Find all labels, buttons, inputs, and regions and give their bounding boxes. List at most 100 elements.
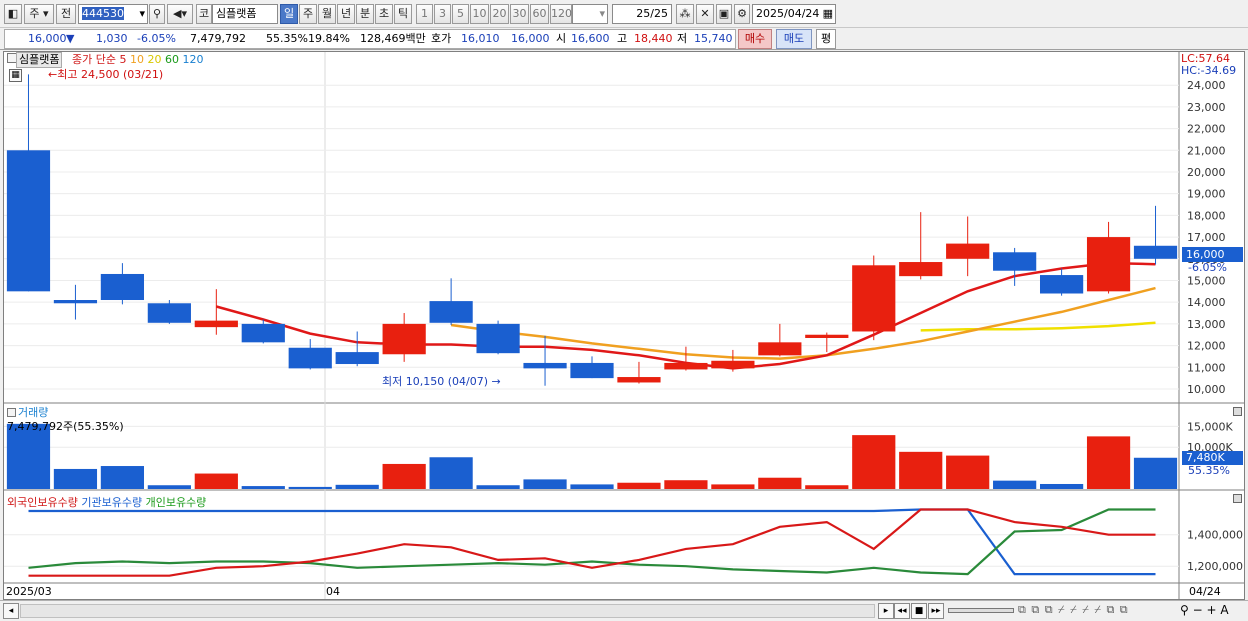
candle-body: [335, 352, 379, 365]
price-tick-label: 18,000: [1187, 209, 1226, 222]
rewind-icon[interactable]: ◂◂: [894, 603, 910, 619]
interval-button-60[interactable]: 60: [530, 4, 549, 24]
interval-button-5[interactable]: 5: [452, 4, 469, 24]
price-tick-label: 20,000: [1187, 166, 1226, 179]
legend-individual: 개인보유수량: [145, 496, 207, 509]
calendar-icon[interactable]: ▦: [823, 5, 833, 23]
count-field[interactable]: 25/25: [612, 4, 672, 24]
volume-bar: [570, 484, 614, 489]
interval-input[interactable]: ▾: [572, 4, 608, 24]
stop-icon[interactable]: ■: [911, 603, 927, 619]
low-note: 최저 10,150 (04/07) →: [382, 373, 501, 389]
speaker-icon[interactable]: ◀▾: [167, 4, 193, 24]
code-input[interactable]: 444530 ▾: [78, 4, 148, 24]
interval-button-30[interactable]: 30: [510, 4, 529, 24]
stock-name: 심플랫폼: [216, 7, 257, 20]
current-pct-marker: -6.05%: [1188, 261, 1227, 274]
volume-bar: [711, 484, 755, 489]
candle-body: [805, 334, 849, 338]
buy-button[interactable]: 매수: [738, 29, 772, 49]
volume-bar: [288, 486, 332, 489]
interval-button-10[interactable]: 10: [470, 4, 489, 24]
chart-canvas[interactable]: 24,000 23,000 22,000 21,000 20,000 19,000 18,0…: [4, 52, 1244, 599]
period-button-6[interactable]: 틱: [394, 4, 412, 24]
volume-current-marker: 7,480K: [1182, 451, 1243, 465]
period-button-2[interactable]: 월: [318, 4, 336, 24]
grid-icon[interactable]: ⁂: [676, 4, 694, 24]
interval-button-1[interactable]: 1: [416, 4, 433, 24]
candle-body: [382, 323, 426, 355]
period-button-0[interactable]: 일: [280, 4, 298, 24]
search-icon[interactable]: ⚲: [149, 4, 165, 24]
save-icon[interactable]: ▣: [716, 4, 732, 24]
interval-dropdown-icon[interactable]: ▾: [599, 5, 605, 23]
interval-button-3[interactable]: 3: [434, 4, 451, 24]
candle-body: [1086, 237, 1131, 292]
volume-bar: [429, 457, 473, 489]
count-total: /25: [650, 7, 668, 20]
zoom-out-icon[interactable]: −: [1193, 603, 1203, 617]
ma-title: 종가 단순 5: [72, 53, 127, 66]
date-value: 2025/04/24: [756, 7, 820, 20]
institution-line: [28, 508, 1156, 576]
current-price: 16,000: [28, 32, 67, 45]
gear-icon[interactable]: ⚙: [734, 4, 750, 24]
high-note: ←최고 24,500 (03/21): [48, 68, 164, 81]
quote-bar: 16,000 ▼ 1,030 -6.05% 7,479,792 55.35% 1…: [0, 28, 1248, 50]
holding-pane-close-icon[interactable]: [1233, 494, 1242, 503]
sell-button[interactable]: 매도: [776, 29, 812, 49]
high-value: 18,440: [634, 32, 673, 45]
price-tick-label: 19,000: [1187, 188, 1226, 201]
scroll-right-icon[interactable]: ▸: [878, 603, 894, 619]
stock-prefix[interactable]: 코: [196, 4, 212, 24]
price-tick-label: 21,000: [1187, 144, 1226, 157]
zoom-controls[interactable]: ⚲ − + A: [1180, 603, 1229, 617]
volume-bar: [1133, 457, 1178, 489]
bottom-scrollbar[interactable]: ◂ ▸ ◂◂ ■ ▸▸ ⧉ ⧉ ⧉ ⌿ ⌿ ⌿ ⌿ ⧉ ⧉ ⚲ − + A: [0, 600, 1248, 621]
volume-bar: [523, 479, 567, 489]
ask-value: 16,000: [511, 32, 550, 45]
price-tick-label: 11,000: [1187, 361, 1226, 374]
date-field[interactable]: 2025/04/24 ▦: [752, 4, 836, 24]
stock-name-field[interactable]: 심플랫폼: [212, 4, 278, 24]
candle-body: [6, 150, 51, 292]
zoom-in-icon[interactable]: +: [1207, 603, 1217, 617]
volume-bar: [476, 485, 520, 489]
chart-area[interactable]: 24,000 23,000 22,000 21,000 20,000 19,000 18,0…: [3, 51, 1245, 600]
candle-body: [523, 362, 567, 369]
candle-body: [53, 300, 98, 304]
current-price-marker: 16,000: [1182, 247, 1243, 262]
code-dropdown-icon[interactable]: ▾: [139, 5, 145, 23]
period-button-1[interactable]: 주: [299, 4, 317, 24]
zoom-slider[interactable]: [948, 608, 1014, 613]
volume-bar: [147, 485, 191, 489]
drawing-tools[interactable]: ⧉ ⧉ ⧉ ⌿ ⌿ ⌿ ⌿ ⧉ ⧉: [1018, 603, 1129, 617]
interval-button-20[interactable]: 20: [490, 4, 509, 24]
prev-button[interactable]: 전: [56, 4, 76, 24]
forward-icon[interactable]: ▸▸: [928, 603, 944, 619]
avg-button[interactable]: 평: [816, 29, 836, 49]
date-mid: 04: [326, 585, 340, 598]
magnifier-icon[interactable]: ⚲: [1180, 603, 1189, 617]
scroll-left-icon[interactable]: ◂: [3, 603, 19, 619]
crosshair-icon[interactable]: ✕: [696, 4, 714, 24]
market-select[interactable]: 주 ▾: [24, 4, 54, 24]
window-menu-icon[interactable]: ◧: [4, 4, 22, 24]
volume-pane-close-icon[interactable]: [1233, 407, 1242, 416]
low-value: 15,740: [694, 32, 733, 45]
main-toolbar: ◧ 주 ▾ 전 444530 ▾ ⚲ ◀▾ 코 심플랫폼 일주월년분초틱 1351…: [0, 0, 1248, 28]
period-button-3[interactable]: 년: [337, 4, 355, 24]
legend-foreign: 외국인보유수량: [7, 496, 78, 509]
holding-tick-label: 1,200,000: [1187, 560, 1243, 573]
interval-button-120[interactable]: 120: [550, 4, 572, 24]
high-label: 고: [617, 32, 628, 45]
open-label: 시: [556, 32, 567, 45]
date-right: 04/24: [1189, 585, 1221, 598]
period-button-5[interactable]: 초: [375, 4, 393, 24]
volume-pane-toggle-icon[interactable]: [7, 408, 16, 417]
text-size-icon[interactable]: A: [1220, 603, 1228, 617]
calculator-icon[interactable]: ▦: [9, 69, 22, 82]
candles: [6, 74, 1178, 386]
scroll-track[interactable]: [20, 604, 875, 618]
period-button-4[interactable]: 분: [356, 4, 374, 24]
